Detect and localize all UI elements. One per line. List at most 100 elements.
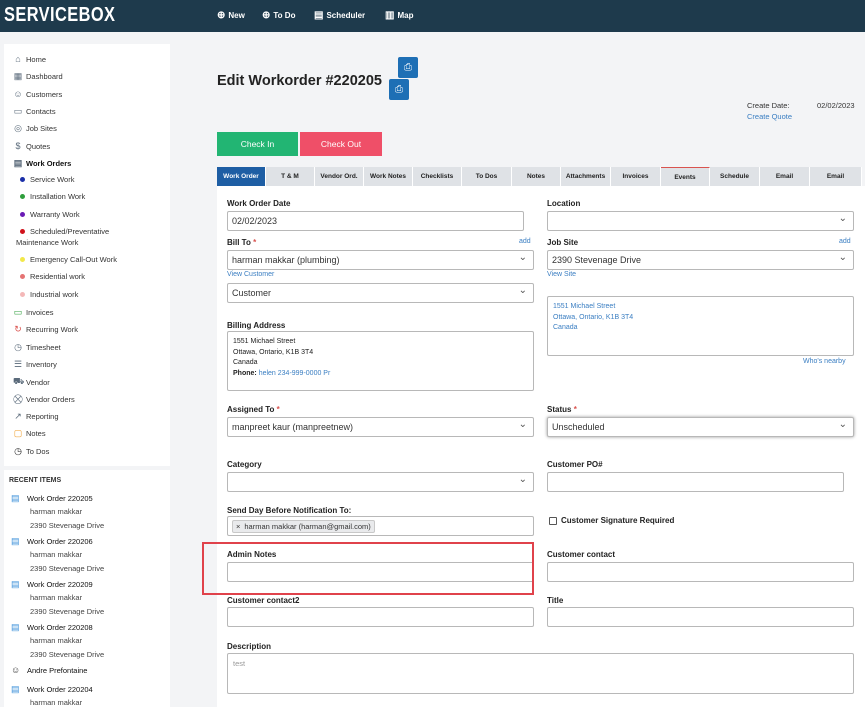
recent-item[interactable]: ▤ Work Order 220209 [11, 579, 93, 590]
tab-t-and-m[interactable]: T & M [266, 167, 315, 186]
sidebar-item-timesheet[interactable]: ◷ Timesheet [13, 342, 61, 353]
status-label: Status * [547, 405, 577, 414]
nav-new[interactable]: ⊕ New [217, 10, 245, 21]
recent-item[interactable]: ▤ Work Order 220208 [11, 622, 93, 633]
chip-remove-icon[interactable]: × [236, 522, 240, 531]
customer-po-input[interactable] [547, 472, 844, 492]
tab-work-notes[interactable]: Work Notes [364, 167, 413, 186]
recent-item-label: Work Order 220208 [27, 623, 93, 632]
sidebar-item-customers[interactable]: ☺ Customers [13, 89, 62, 99]
tab-events[interactable]: Events [661, 167, 710, 186]
recent-item[interactable]: ☺ Andre Prefontaine [11, 665, 87, 675]
recent-item[interactable]: ▤ Work Order 220204 [11, 684, 93, 695]
sidebar-item-label: To Dos [26, 447, 50, 456]
sidebar-sub-scheduled-maintenance[interactable]: Scheduled/Preventative [20, 227, 109, 236]
tab-to-dos[interactable]: To Dos [462, 167, 512, 186]
title-input[interactable] [547, 607, 854, 627]
create-date-label: Create Date: [747, 101, 790, 110]
assigned-to-label: Assigned To * [227, 405, 280, 414]
sidebar-sub-warranty-work[interactable]: Warranty Work [20, 210, 80, 219]
view-customer-link[interactable]: View Customer [227, 271, 274, 278]
sidebar-sub-industrial[interactable]: Industrial work [20, 290, 78, 299]
job-site-add-link[interactable]: add [839, 238, 851, 245]
category-select[interactable] [227, 472, 534, 492]
sidebar-sub-emergency[interactable]: Emergency Call-Out Work [20, 255, 117, 264]
print-button-2[interactable]: ⎙ [389, 79, 409, 100]
tab-schedule[interactable]: Schedule [710, 167, 760, 186]
customer-type-select[interactable]: Customer [227, 283, 534, 303]
tab-invoices[interactable]: Invoices [611, 167, 661, 186]
sidebar-item-job-sites[interactable]: ◎ Job Sites [13, 123, 57, 134]
sidebar-item-inventory[interactable]: ☰ Inventory [13, 359, 57, 370]
recent-item[interactable]: ▤ Work Order 220206 [11, 536, 93, 547]
app-logo[interactable]: SERVICEBOX [4, 4, 115, 27]
sidebar-sub-service-work[interactable]: Service Work [20, 175, 74, 184]
sidebar-item-dashboard[interactable]: ▦ Dashboard [13, 71, 63, 82]
sidebar-item-notes[interactable]: ▢ Notes [13, 428, 46, 439]
print-button[interactable]: ⎙ [398, 57, 418, 78]
notification-chip: × harman makkar (harman@gmail.com) [232, 519, 375, 533]
recent-item[interactable]: ▤ Work Order 220205 [11, 493, 93, 504]
signature-required-checkbox[interactable] [549, 516, 557, 525]
bill-to-add-link[interactable]: add [519, 238, 531, 245]
sidebar-item-label: Vendor Orders [26, 395, 75, 404]
document-icon: ▤ [11, 622, 20, 632]
sidebar-sub-scheduled-maintenance-line2[interactable]: Maintenance Work [16, 238, 78, 247]
customer-contact-input[interactable] [547, 562, 854, 582]
required-marker: * [253, 238, 257, 247]
tab-attachments[interactable]: Attachments [561, 167, 611, 186]
check-out-button[interactable]: Check Out [300, 132, 382, 156]
create-quote-link[interactable]: Create Quote [747, 112, 792, 121]
work-order-date-input[interactable]: 02/02/2023 [227, 211, 524, 231]
sidebar-item-invoices[interactable]: ▭ Invoices [13, 307, 54, 318]
sidebar-sub-label: Residential work [30, 272, 86, 281]
job-site-select[interactable]: 2390 Stevenage Drive [547, 250, 854, 270]
tab-vendor-ord[interactable]: Vendor Ord. [315, 167, 364, 186]
tab-checklists[interactable]: Checklists [413, 167, 462, 186]
sidebar-item-work-orders[interactable]: ▤ Work Orders [13, 158, 72, 169]
sidebar-item-label: Contacts [26, 107, 56, 116]
tab-work-order[interactable]: Work Order [217, 167, 266, 186]
sidebar-item-todos[interactable]: ◷ To Dos [13, 446, 49, 457]
assigned-to-select[interactable]: manpreet kaur (manpreetnew) [227, 417, 534, 437]
check-in-button[interactable]: Check In [217, 132, 298, 156]
nav-scheduler[interactable]: ▤ Scheduler [314, 10, 365, 21]
sidebar-item-recurring-work[interactable]: ↻ Recurring Work [13, 324, 78, 335]
sidebar-item-vendor-orders[interactable]: ⛒ Vendor Orders [13, 394, 75, 405]
recent-item-sub: 2390 Stevenage Drive [30, 521, 105, 530]
sidebar-item-home[interactable]: ⌂ Home [13, 54, 46, 64]
sidebar-item-reporting[interactable]: ↗ Reporting [13, 411, 58, 422]
nav-todo[interactable]: ⊕ To Do [262, 10, 295, 21]
sidebar-item-contacts[interactable]: ▭ Contacts [13, 106, 56, 117]
tab-notes[interactable]: Notes [512, 167, 561, 186]
users-icon: ☺ [13, 89, 23, 99]
signature-required-field[interactable]: Customer Signature Required [549, 516, 674, 525]
sidebar-sub-residential[interactable]: Residential work [20, 272, 85, 281]
plus-circle-icon: ⊕ [217, 10, 226, 21]
color-dot [20, 274, 25, 279]
tab-email-2[interactable]: Email [810, 167, 862, 186]
create-date-value: 02/02/2023 [817, 101, 855, 110]
sidebar-sub-installation-work[interactable]: Installation Work [20, 192, 85, 201]
top-bar: SERVICEBOX ⊕ New ⊕ To Do ▤ Scheduler ▥ M… [0, 0, 865, 32]
notification-input[interactable]: × harman makkar (harman@gmail.com) [227, 516, 534, 536]
sidebar-sub-label: Maintenance Work [16, 238, 79, 247]
billing-address-line: Ottawa, Ontario, K1B 3T4 [233, 348, 314, 356]
location-select[interactable] [547, 211, 854, 231]
site-address-box: 1551 Michael Street Ottawa, Ontario, K1B… [547, 296, 854, 356]
whos-nearby-link[interactable]: Who's nearby [803, 358, 846, 365]
view-site-link[interactable]: View Site [547, 271, 576, 278]
sidebar-item-quotes[interactable]: $ Quotes [13, 141, 50, 151]
customer-contact2-input[interactable] [227, 607, 534, 627]
tab-email[interactable]: Email [760, 167, 810, 186]
nav-map[interactable]: ▥ Map [385, 10, 413, 21]
sidebar-item-vendor[interactable]: ⛟ Vendor [13, 376, 50, 388]
phone-value[interactable]: helen 234-999-0000 Pr [259, 370, 331, 377]
color-dot [20, 257, 25, 262]
description-textarea[interactable]: test [227, 653, 854, 694]
billing-phone: Phone: helen 234-999-0000 Pr [233, 369, 528, 380]
dashboard-icon: ▦ [13, 71, 23, 81]
recent-item-sub: harman makkar [30, 550, 83, 559]
bill-to-select[interactable]: harman makkar (plumbing) [227, 250, 534, 270]
status-select[interactable]: Unscheduled [547, 417, 854, 437]
